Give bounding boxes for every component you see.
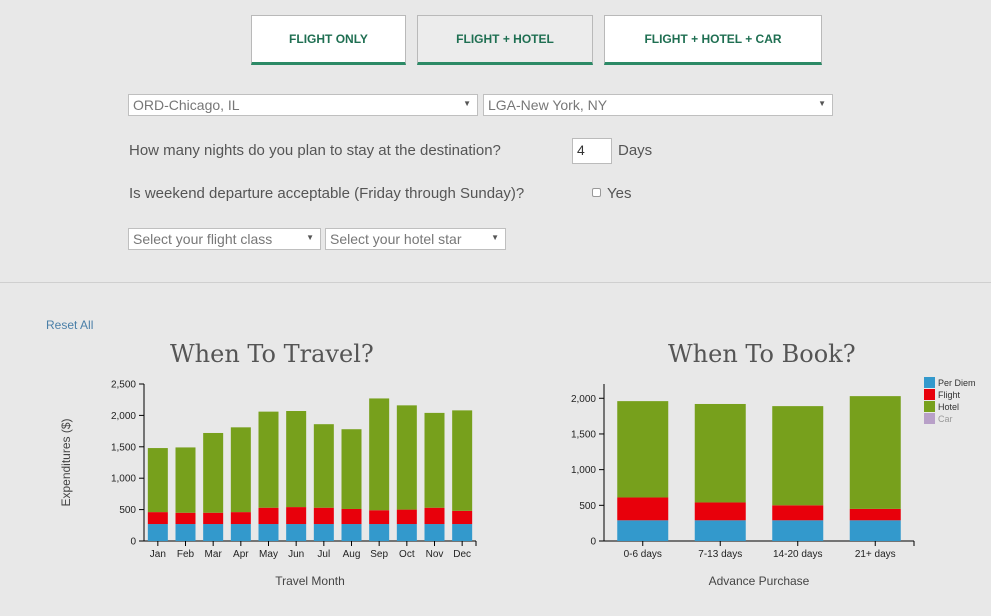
x-tick-label: 21+ days — [855, 549, 896, 560]
bar-segment-flight — [617, 497, 669, 521]
charts-canvas: 0 500 1,000 1,500 2,000 2,500 Jan Feb Mar Apr May J… — [59, 377, 976, 588]
y-tick-label: 500 — [119, 505, 136, 516]
bar-segment-per-diem — [617, 520, 669, 541]
bar-segment-hotel — [772, 406, 824, 506]
x-tick-label: Jan — [150, 549, 166, 560]
bar-segment-per-diem — [772, 520, 824, 541]
legend-label: Hotel — [938, 402, 959, 412]
bar-segment-hotel — [396, 405, 417, 510]
legend-label: Flight — [938, 390, 961, 400]
bar-segment-per-diem — [694, 520, 746, 541]
y-tick-label: 2,000 — [111, 411, 136, 422]
x-tick-label: 14-20 days — [773, 549, 822, 560]
bar-segment-flight — [258, 507, 279, 525]
y-tick-label: 0 — [130, 537, 136, 548]
bar-segment-per-diem — [258, 524, 279, 541]
x-tick-label: Jul — [317, 549, 330, 560]
bar-segment-flight — [396, 509, 417, 525]
y-tick-label: 0 — [590, 537, 596, 548]
legend-label: Per Diem — [938, 378, 976, 388]
bar-segment-flight — [313, 507, 334, 525]
y-tick-label: 1,500 — [571, 429, 596, 440]
bar-segment-flight — [369, 510, 390, 525]
legend-swatch-per-diem — [924, 377, 935, 388]
bar-segment-hotel — [849, 396, 901, 509]
x-tick-label: Apr — [233, 549, 249, 560]
y-axis-label: Expenditures ($) — [59, 418, 73, 506]
x-tick-label: Aug — [343, 549, 361, 560]
bar-segment-flight — [849, 508, 901, 521]
y-tick-label: 2,500 — [111, 380, 136, 391]
x-tick-label: Oct — [399, 549, 415, 560]
bar-segment-flight — [452, 510, 473, 525]
bar-segment-flight — [230, 512, 251, 525]
legend-swatch-flight — [924, 389, 935, 400]
bar-segment-hotel — [341, 429, 362, 509]
bar-segment-flight — [341, 508, 362, 525]
bar-segment-hotel — [147, 448, 168, 513]
y-tick-label: 1,000 — [111, 474, 136, 485]
x-tick-label: Sep — [370, 549, 388, 560]
bar-segment-per-diem — [147, 524, 168, 541]
bar-segment-flight — [203, 512, 224, 525]
bar-segment-flight — [175, 512, 196, 525]
bar-segment-hotel — [313, 424, 334, 508]
x-axis-label: Advance Purchase — [709, 574, 810, 588]
x-tick-label: 7-13 days — [698, 549, 742, 560]
bar-segment-flight — [424, 507, 445, 525]
bar-segment-per-diem — [230, 524, 251, 541]
bar-segment-per-diem — [452, 524, 473, 541]
x-tick-label: Nov — [426, 549, 444, 560]
x-tick-label: Feb — [177, 549, 195, 560]
bar-segment-hotel — [452, 410, 473, 511]
bar-segment-per-diem — [175, 524, 196, 541]
y-tick-label: 500 — [579, 501, 596, 512]
bar-segment-hotel — [694, 403, 746, 503]
legend-label: Car — [938, 414, 953, 424]
bar-segment-flight — [694, 502, 746, 521]
bar-segment-per-diem — [849, 520, 901, 541]
legend-swatch-car — [924, 413, 935, 424]
bar-segment-hotel — [258, 411, 279, 508]
bar-segment-per-diem — [424, 524, 445, 541]
y-tick-label: 1,500 — [111, 442, 136, 453]
bar-segment-per-diem — [286, 524, 307, 541]
legend-swatch-hotel — [924, 401, 935, 412]
bar-segment-hotel — [230, 427, 251, 513]
x-tick-label: Dec — [453, 549, 471, 560]
x-tick-label: 0-6 days — [624, 549, 662, 560]
y-tick-label: 1,000 — [571, 465, 596, 476]
x-tick-label: Jun — [288, 549, 304, 560]
bar-segment-flight — [772, 505, 824, 521]
bar-segment-per-diem — [341, 524, 362, 541]
bar-segment-hotel — [175, 447, 196, 513]
x-axis-label: Travel Month — [275, 574, 345, 588]
bar-segment-flight — [147, 512, 168, 525]
bar-segment-hotel — [617, 401, 669, 498]
bar-segment-per-diem — [203, 524, 224, 541]
bar-segment-per-diem — [313, 524, 334, 541]
bar-segment-hotel — [424, 412, 445, 508]
bar-segment-per-diem — [396, 524, 417, 541]
bar-segment-hotel — [369, 398, 390, 511]
bar-segment-per-diem — [369, 524, 390, 541]
bar-segment-flight — [286, 507, 307, 525]
bar-segment-hotel — [286, 411, 307, 508]
y-tick-label: 2,000 — [571, 394, 596, 405]
bar-segment-hotel — [203, 432, 224, 513]
x-tick-label: Mar — [205, 549, 223, 560]
x-tick-label: May — [259, 549, 278, 560]
